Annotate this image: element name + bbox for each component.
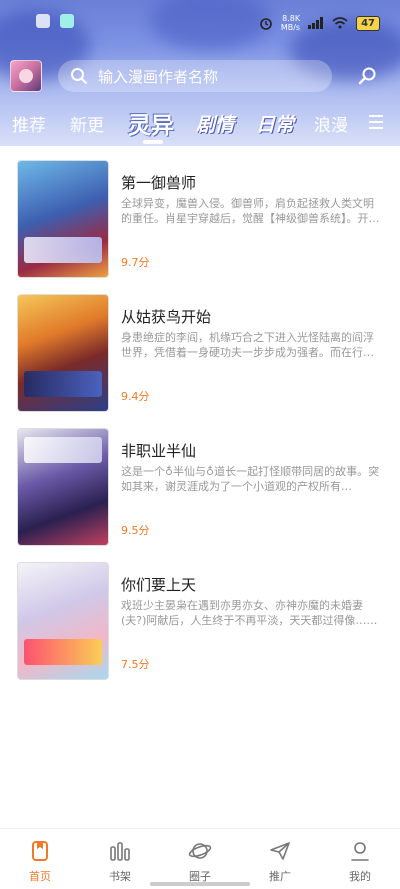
nav-circle[interactable]: 圈子 bbox=[160, 829, 240, 889]
scan-search-icon[interactable] bbox=[358, 66, 378, 86]
comic-title[interactable]: 第一御兽师 bbox=[121, 172, 196, 193]
notification-icons bbox=[36, 14, 74, 28]
comic-score: 9.7分 bbox=[121, 256, 150, 269]
list-item[interactable]: 从姑获鸟开始 身患绝症的李阎，机缘巧合之下进入光怪陆离的阎浮世界，凭借着一身硬功… bbox=[0, 294, 400, 428]
status-indicators: 8.8K MB/s 47 bbox=[259, 14, 380, 32]
comic-score: 9.4分 bbox=[121, 390, 150, 403]
wifi-icon bbox=[332, 17, 348, 29]
active-tab-indicator bbox=[143, 140, 163, 144]
net-speed-value: 8.8K bbox=[282, 14, 301, 23]
comic-cover[interactable] bbox=[17, 294, 109, 412]
cover-title-art bbox=[24, 371, 102, 397]
nav-mine[interactable]: 我的 bbox=[320, 829, 400, 889]
comic-cover[interactable] bbox=[17, 160, 109, 278]
list-item[interactable]: 你们要上天 戏班少主晏枭在遇到亦男亦女、亦神亦魔的未婚妻(夫?)阿献后，人生终于… bbox=[0, 562, 400, 696]
battery-indicator: 47 bbox=[356, 15, 380, 31]
net-speed-unit: MB/s bbox=[280, 23, 301, 32]
tab-recommend[interactable]: 推荐 bbox=[12, 111, 46, 136]
list-item[interactable]: 第一御兽师 全球异变，魔兽入侵。御兽师，肩负起拯救人类文明的重任。肖星宇穿越后，… bbox=[0, 160, 400, 294]
comic-title[interactable]: 非职业半仙 bbox=[121, 440, 196, 461]
tab-daily[interactable]: 日常 bbox=[256, 110, 294, 137]
notification-icon bbox=[36, 14, 50, 28]
search-row: 输入漫画作者名称 bbox=[0, 58, 400, 94]
app-notification-icon bbox=[60, 14, 74, 28]
nav-label: 我的 bbox=[349, 870, 371, 883]
profile-icon bbox=[351, 842, 369, 861]
nav-home[interactable]: 首页 bbox=[0, 829, 80, 889]
bottom-nav: 首页 书架 圈子 推广 我的 bbox=[0, 828, 400, 889]
tab-supernatural[interactable]: 灵异 bbox=[128, 106, 174, 140]
nav-bookshelf[interactable]: 书架 bbox=[80, 829, 160, 889]
comic-cover[interactable] bbox=[17, 428, 109, 546]
cover-title-art bbox=[24, 437, 102, 463]
status-bar: 8.8K MB/s 47 bbox=[0, 0, 400, 46]
search-input[interactable]: 输入漫画作者名称 bbox=[58, 60, 332, 92]
comic-description: 身患绝症的李阎，机缘巧合之下进入光怪陆离的阎浮世界，凭借着一身硬功夫一步步成为强… bbox=[121, 331, 374, 359]
home-indicator[interactable] bbox=[150, 882, 250, 886]
alarm-icon bbox=[260, 18, 272, 30]
search-placeholder: 输入漫画作者名称 bbox=[98, 67, 219, 86]
header: 8.8K MB/s 47 输入漫画作者名称 推荐 新更 灵异 剧情 日常 浪漫 bbox=[0, 0, 400, 146]
menu-icon[interactable] bbox=[368, 114, 384, 130]
comic-description: 全球异变，魔兽入侵。御兽师，肩负起拯救人类文明的重任。肖星宇穿越后，觉醒【神级御… bbox=[121, 197, 380, 225]
tab-new[interactable]: 新更 bbox=[70, 111, 104, 136]
comic-title[interactable]: 从姑获鸟开始 bbox=[121, 306, 211, 327]
nav-label: 首页 bbox=[29, 870, 51, 883]
avatar[interactable] bbox=[10, 60, 42, 92]
bookshelf-icon bbox=[110, 842, 130, 861]
category-tabs: 推荐 新更 灵异 剧情 日常 浪漫 bbox=[0, 104, 400, 142]
signal-icon bbox=[308, 17, 324, 29]
comic-title[interactable]: 你们要上天 bbox=[121, 574, 196, 595]
search-icon bbox=[71, 68, 87, 84]
net-speed: 8.8K MB/s bbox=[281, 14, 300, 32]
comic-score: 7.5分 bbox=[121, 658, 150, 671]
list-item[interactable]: 非职业半仙 这是一个♁半仙与♁道长一起打怪顺带同居的故事。突如其来，谢灵涯成为了… bbox=[0, 428, 400, 562]
planet-icon bbox=[188, 843, 212, 859]
cover-title-art bbox=[24, 639, 102, 665]
comic-cover[interactable] bbox=[17, 562, 109, 680]
nav-promote[interactable]: 推广 bbox=[240, 829, 320, 889]
paper-plane-icon bbox=[270, 842, 290, 860]
cover-title-art bbox=[24, 237, 102, 263]
comic-score: 9.5分 bbox=[121, 524, 150, 537]
comic-description: 戏班少主晏枭在遇到亦男亦女、亦神亦魔的未婚妻(夫?)阿献后，人生终于不再平淡，天… bbox=[121, 599, 378, 627]
nav-label: 书架 bbox=[109, 870, 131, 883]
home-icon bbox=[32, 841, 48, 861]
tab-drama[interactable]: 剧情 bbox=[196, 110, 234, 137]
comic-list: 第一御兽师 全球异变，魔兽入侵。御兽师，肩负起拯救人类文明的重任。肖星宇穿越后，… bbox=[0, 160, 400, 696]
nav-label: 推广 bbox=[269, 870, 291, 883]
comic-description: 这是一个♁半仙与♁道长一起打怪顺带同居的故事。突如其来，谢灵涯成为了一个小道观的… bbox=[121, 465, 380, 493]
tab-romance[interactable]: 浪漫 bbox=[314, 111, 348, 136]
